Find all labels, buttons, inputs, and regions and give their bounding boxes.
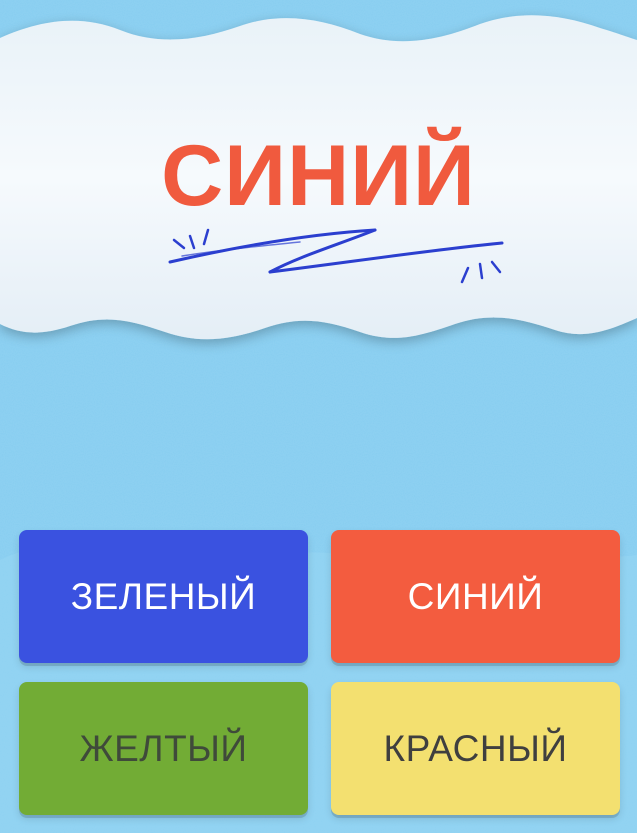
prompt-word: СИНИЙ bbox=[161, 128, 476, 224]
answer-button-green[interactable]: ЗЕЛЕНЫЙ bbox=[19, 530, 308, 663]
answer-label: КРАСНЫЙ bbox=[383, 727, 568, 769]
answer-label: ЗЕЛЕНЫЙ bbox=[70, 575, 257, 617]
answer-button-blue[interactable]: СИНИЙ bbox=[331, 530, 620, 663]
answer-button-yellow[interactable]: ЖЕЛТЫЙ bbox=[19, 682, 308, 815]
answer-label: СИНИЙ bbox=[407, 575, 544, 617]
answer-button-red[interactable]: КРАСНЫЙ bbox=[331, 682, 620, 815]
answer-label: ЖЕЛТЫЙ bbox=[79, 727, 248, 769]
scribble-underline bbox=[168, 228, 504, 284]
game-screen: СИНИЙ ЗЕЛЕНЫЙ СИНИЙ ЖЕЛТЫЙ КРАСНЫЙ bbox=[0, 0, 637, 833]
